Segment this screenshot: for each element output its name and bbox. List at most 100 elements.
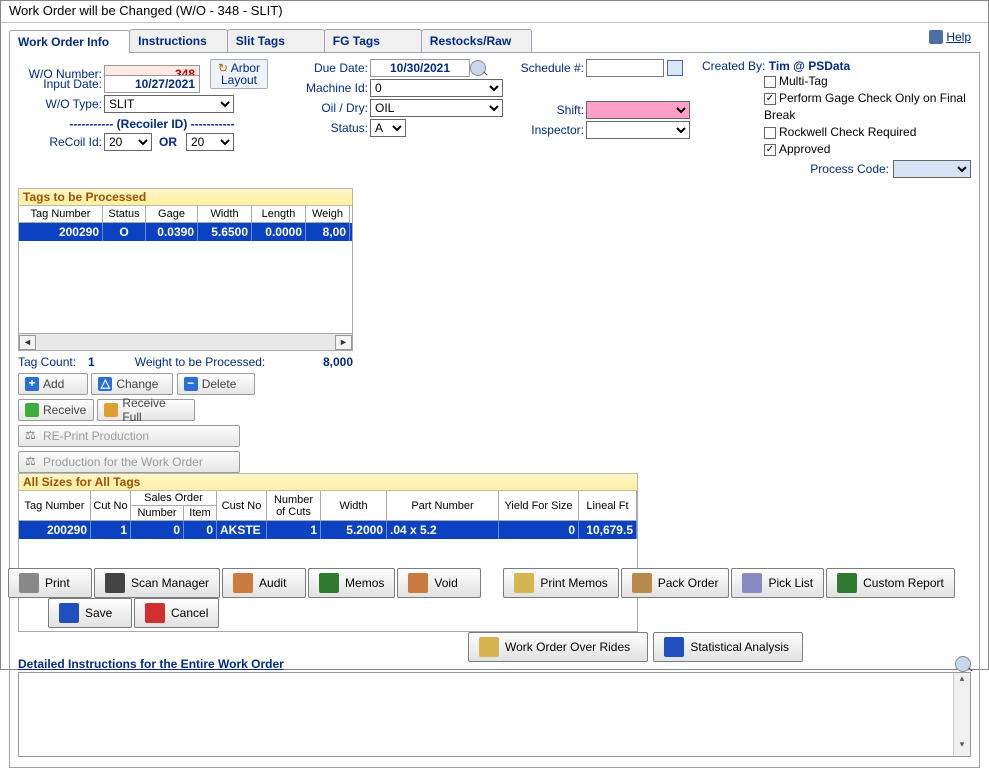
print-label: Print xyxy=(45,576,70,590)
add-label: Add xyxy=(43,377,64,391)
print-memos-button[interactable]: Print Memos xyxy=(503,568,618,598)
machine-id-label: Machine Id: xyxy=(290,81,370,95)
memos-icon xyxy=(319,573,339,593)
recoil-or-label: OR xyxy=(152,135,186,149)
col-status[interactable]: Status xyxy=(103,206,146,223)
change-button[interactable]: △Change xyxy=(91,373,173,395)
statistical-analysis-button[interactable]: Statistical Analysis xyxy=(653,632,803,662)
cell-length: 0.0000 xyxy=(252,223,306,241)
receive-full-icon xyxy=(104,403,118,417)
instructions-textarea[interactable]: ▴ ▾ xyxy=(18,672,971,757)
schedule-number-input[interactable] xyxy=(586,59,664,77)
pack-order-button[interactable]: Pack Order xyxy=(621,568,730,598)
scroll-up-icon[interactable]: ▴ xyxy=(954,673,970,690)
scol-tag[interactable]: Tag Number xyxy=(19,491,91,521)
scroll-down-icon[interactable]: ▾ xyxy=(954,739,970,756)
status-label: Status: xyxy=(290,121,370,135)
scol-part[interactable]: Part Number xyxy=(387,491,499,521)
shift-label: Shift: xyxy=(514,103,586,117)
help-link[interactable]: Help xyxy=(929,30,971,44)
input-date-field[interactable]: 10/27/2021 xyxy=(104,75,200,93)
receive-button[interactable]: Receive xyxy=(18,399,94,421)
add-button[interactable]: +Add xyxy=(18,373,88,395)
s-lineal: 10,679.5 xyxy=(579,521,637,539)
recoil-id-2-select[interactable]: 20 xyxy=(186,133,234,151)
arbor-layout-button[interactable]: ↻ Arbor Layout xyxy=(210,59,268,89)
tab-restocks-raw[interactable]: Restocks/Raw xyxy=(421,29,532,52)
pick-label: Pick List xyxy=(768,576,813,590)
scol-sales-order[interactable]: Sales Order xyxy=(131,491,217,506)
status-select[interactable]: A xyxy=(370,119,406,137)
scroll-left-icon[interactable]: ◄ xyxy=(19,335,36,350)
scol-so-number[interactable]: Number xyxy=(131,506,184,521)
approved-label: Approved xyxy=(779,142,830,156)
minus-icon: − xyxy=(184,377,198,391)
audit-button[interactable]: Audit xyxy=(222,568,306,598)
scol-width[interactable]: Width xyxy=(321,491,387,521)
rockwell-checkbox[interactable] xyxy=(764,127,776,139)
tab-fg-tags[interactable]: FG Tags xyxy=(324,29,422,52)
work-order-overrides-button[interactable]: Work Order Over Rides xyxy=(468,632,648,662)
shift-select[interactable] xyxy=(586,101,690,119)
scol-yield[interactable]: Yield For Size xyxy=(499,491,579,521)
col-tag-number[interactable]: Tag Number xyxy=(19,206,103,223)
void-button[interactable]: Void xyxy=(397,568,481,598)
col-width[interactable]: Width xyxy=(198,206,252,223)
tab-slit-tags[interactable]: Slit Tags xyxy=(227,29,325,52)
scol-ncuts[interactable]: Number of Cuts xyxy=(267,491,321,521)
memos-button[interactable]: Memos xyxy=(308,568,395,598)
custom-report-button[interactable]: Custom Report xyxy=(826,568,955,598)
schedule-number-label: Schedule #: xyxy=(514,61,586,75)
reprint-production-button[interactable]: RE-Print Production xyxy=(18,425,240,447)
due-date-lookup-icon[interactable] xyxy=(470,60,486,76)
multi-tag-checkbox[interactable] xyxy=(764,76,776,88)
weight-to-process-label: Weight to be Processed: xyxy=(135,355,266,369)
instructions-v-scrollbar[interactable]: ▴ ▾ xyxy=(953,673,970,756)
all-sizes-header: All Sizes for All Tags xyxy=(18,473,638,491)
scol-so-item[interactable]: Item xyxy=(184,506,217,521)
col-gage[interactable]: Gage xyxy=(146,206,198,223)
due-date-field[interactable]: 10/30/2021 xyxy=(370,59,470,77)
tab-instructions[interactable]: Instructions xyxy=(129,29,228,52)
tags-h-scrollbar[interactable]: ◄ ► xyxy=(18,334,353,351)
created-by-label: Created By: xyxy=(702,59,765,73)
save-button[interactable]: Save xyxy=(48,598,132,628)
schedule-lookup-icon[interactable] xyxy=(667,60,683,76)
oil-dry-select[interactable]: OIL xyxy=(370,99,503,117)
help-icon xyxy=(929,30,943,44)
delete-button[interactable]: −Delete xyxy=(177,373,255,395)
approved-checkbox[interactable] xyxy=(764,144,776,156)
cancel-icon xyxy=(145,603,165,623)
pick-list-button[interactable]: Pick List xyxy=(731,568,824,598)
cancel-button[interactable]: Cancel xyxy=(134,598,219,628)
print-button[interactable]: Print xyxy=(8,568,92,598)
scol-cutno[interactable]: Cut No xyxy=(91,491,131,521)
report-label: Custom Report xyxy=(863,578,944,589)
scroll-right-icon[interactable]: ► xyxy=(335,335,352,350)
tag-count-value: 1 xyxy=(88,355,95,369)
report-icon xyxy=(837,573,857,593)
pack-icon xyxy=(632,573,652,593)
due-date-label: Due Date: xyxy=(290,61,370,75)
wo-type-select[interactable]: SLIT xyxy=(104,95,234,113)
scan-manager-button[interactable]: Scan Manager xyxy=(94,568,220,598)
sizes-row[interactable]: 200290 1 0 0 AKSTE 1 5.2000 .04 x 5.2 0 … xyxy=(19,521,637,539)
save-label: Save xyxy=(85,606,112,620)
void-icon xyxy=(408,573,428,593)
process-code-select[interactable] xyxy=(893,160,971,178)
tab-work-order-info[interactable]: Work Order Info xyxy=(9,30,130,53)
col-weight[interactable]: Weigh xyxy=(306,206,350,223)
s-ncuts: 1 xyxy=(267,521,321,539)
tags-row[interactable]: 200290 O 0.0390 5.6500 0.0000 8,00 xyxy=(19,223,352,241)
machine-id-select[interactable]: 0 xyxy=(370,79,503,97)
col-length[interactable]: Length xyxy=(252,206,306,223)
scol-lineal[interactable]: Lineal Ft xyxy=(579,491,637,521)
s-so-item: 0 xyxy=(184,521,217,539)
receive-full-button[interactable]: Receive Full xyxy=(97,399,195,421)
oil-dry-label: Oil / Dry: xyxy=(290,101,370,115)
scol-custno[interactable]: Cust No xyxy=(217,491,267,521)
inspector-select[interactable] xyxy=(586,121,690,139)
gage-check-checkbox[interactable] xyxy=(764,93,776,105)
recoil-id-1-select[interactable]: 20 xyxy=(104,133,152,151)
production-for-wo-button[interactable]: Production for the Work Order xyxy=(18,451,240,473)
